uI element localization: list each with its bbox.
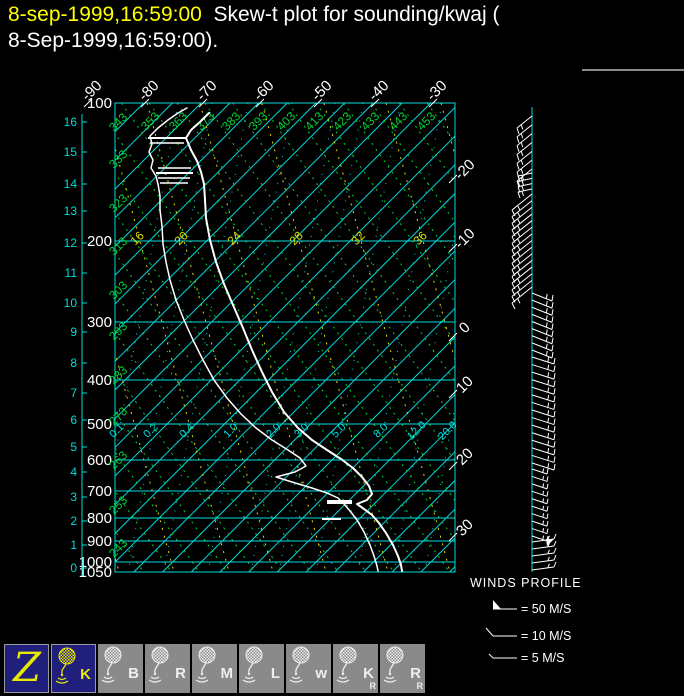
svg-text:3: 3 [70,490,77,504]
svg-text:Z: Z [11,647,42,691]
height-axis: 161514131211109876543210 [64,114,87,576]
app-window: 8-sep-1999,16:59:00 Skew-t plot for soun… [0,0,684,696]
toolbar-button-sounding-l[interactable]: L [239,644,284,693]
svg-text:383: 383 [219,109,243,133]
z-logo-icon: Z [11,647,42,691]
svg-text:WINDS PROFILE: WINDS PROFILE [470,576,582,590]
toolbar-button-sounding-b[interactable]: B [98,644,143,693]
svg-text:7: 7 [70,386,77,400]
svg-text:700: 700 [87,483,112,500]
toolbar-button-zeus[interactable]: Z [4,644,49,693]
svg-text:20: 20 [453,445,477,469]
svg-text:300: 300 [87,314,112,331]
svg-text:1: 1 [70,538,77,552]
svg-text:8: 8 [70,356,77,370]
svg-text:12: 12 [64,236,78,250]
toolbar-button-sounding-kr[interactable]: KR [333,644,378,693]
svg-text:15: 15 [64,145,78,159]
toolbar-button-label: w [315,665,327,682]
toolbar-button-sounding-k[interactable]: K [51,644,96,693]
balloon-icon [101,646,122,683]
sounding-traces [148,107,403,572]
svg-text:16: 16 [64,115,78,129]
toolbar-button-sounding-r[interactable]: R [145,644,190,693]
svg-text:32: 32 [348,228,368,248]
svg-text:1050: 1050 [79,564,112,581]
toolbar-button-label: R [410,665,421,682]
svg-text:10: 10 [453,373,477,397]
toolbar-button-label: K [363,665,374,682]
svg-text:0: 0 [70,561,77,575]
svg-text:36: 36 [410,228,430,248]
svg-text:453: 453 [414,109,438,133]
toolbar-button-label: B [128,665,139,682]
right-temperature-labels: -20-100102030 [448,156,478,542]
balloon-icon [242,646,263,683]
svg-text:303: 303 [106,278,130,302]
svg-text:353: 353 [138,109,162,133]
moist-adiabat-labels: 16 20 24 28 32 36 [127,228,430,248]
svg-text:14: 14 [64,177,78,191]
svg-text:30: 30 [453,516,477,540]
svg-text:393: 393 [246,109,270,133]
balloon-icon [336,646,357,683]
toolbar-button-sounding-m[interactable]: M [192,644,237,693]
toolbar-button-label: L [270,665,280,682]
toolbar-button-sounding-rr[interactable]: RR [380,644,425,693]
svg-text:6: 6 [70,413,77,427]
svg-text:0: 0 [456,319,474,337]
svg-text:-60: -60 [250,77,277,104]
svg-text:-50: -50 [308,77,335,104]
svg-text:443: 443 [386,109,410,133]
svg-text:13: 13 [64,204,78,218]
moist-adiabat-lines [115,103,455,572]
svg-text:9: 9 [70,325,77,339]
svg-text:-40: -40 [365,77,392,104]
svg-text:-80: -80 [135,77,162,104]
toolbar: ZKBRMLwKRRR [4,644,425,693]
toolbar-button-label: K [80,666,91,683]
svg-text:10: 10 [64,296,78,310]
svg-text:5: 5 [70,440,77,454]
toolbar-button-sublabel: R [416,681,424,691]
toolbar-button-label: R [175,665,186,682]
svg-text:24: 24 [224,228,244,248]
svg-text:11: 11 [65,266,78,280]
svg-text:343: 343 [106,110,130,134]
balloon-icon [148,646,169,683]
skewt-chart: 1002003004005006007008009001000105016151… [64,77,582,665]
toolbar-button-sublabel: R [369,681,377,691]
balloon-icon [383,646,404,683]
svg-text:12.0: 12.0 [405,419,429,443]
svg-text:373: 373 [193,109,217,133]
svg-text:800: 800 [87,510,112,527]
svg-text:4: 4 [70,465,77,479]
toolbar-button-label: M [220,665,234,682]
svg-text:2: 2 [70,514,77,528]
svg-text:= 50 M/S: = 50 M/S [521,602,571,616]
toolbar-button-sounding-w[interactable]: w [286,644,331,693]
svg-text:-30: -30 [423,77,450,104]
svg-text:20.0: 20.0 [436,419,460,443]
svg-text:= 5 M/S: = 5 M/S [521,651,564,665]
wind-profile [511,107,557,572]
winds-legend: WINDS PROFILE = 50 M/S = 10 M/S = 5 M/S [470,576,582,665]
svg-text:= 10 M/S: = 10 M/S [521,629,571,643]
svg-text:-70: -70 [193,77,220,104]
svg-text:323: 323 [106,191,130,215]
